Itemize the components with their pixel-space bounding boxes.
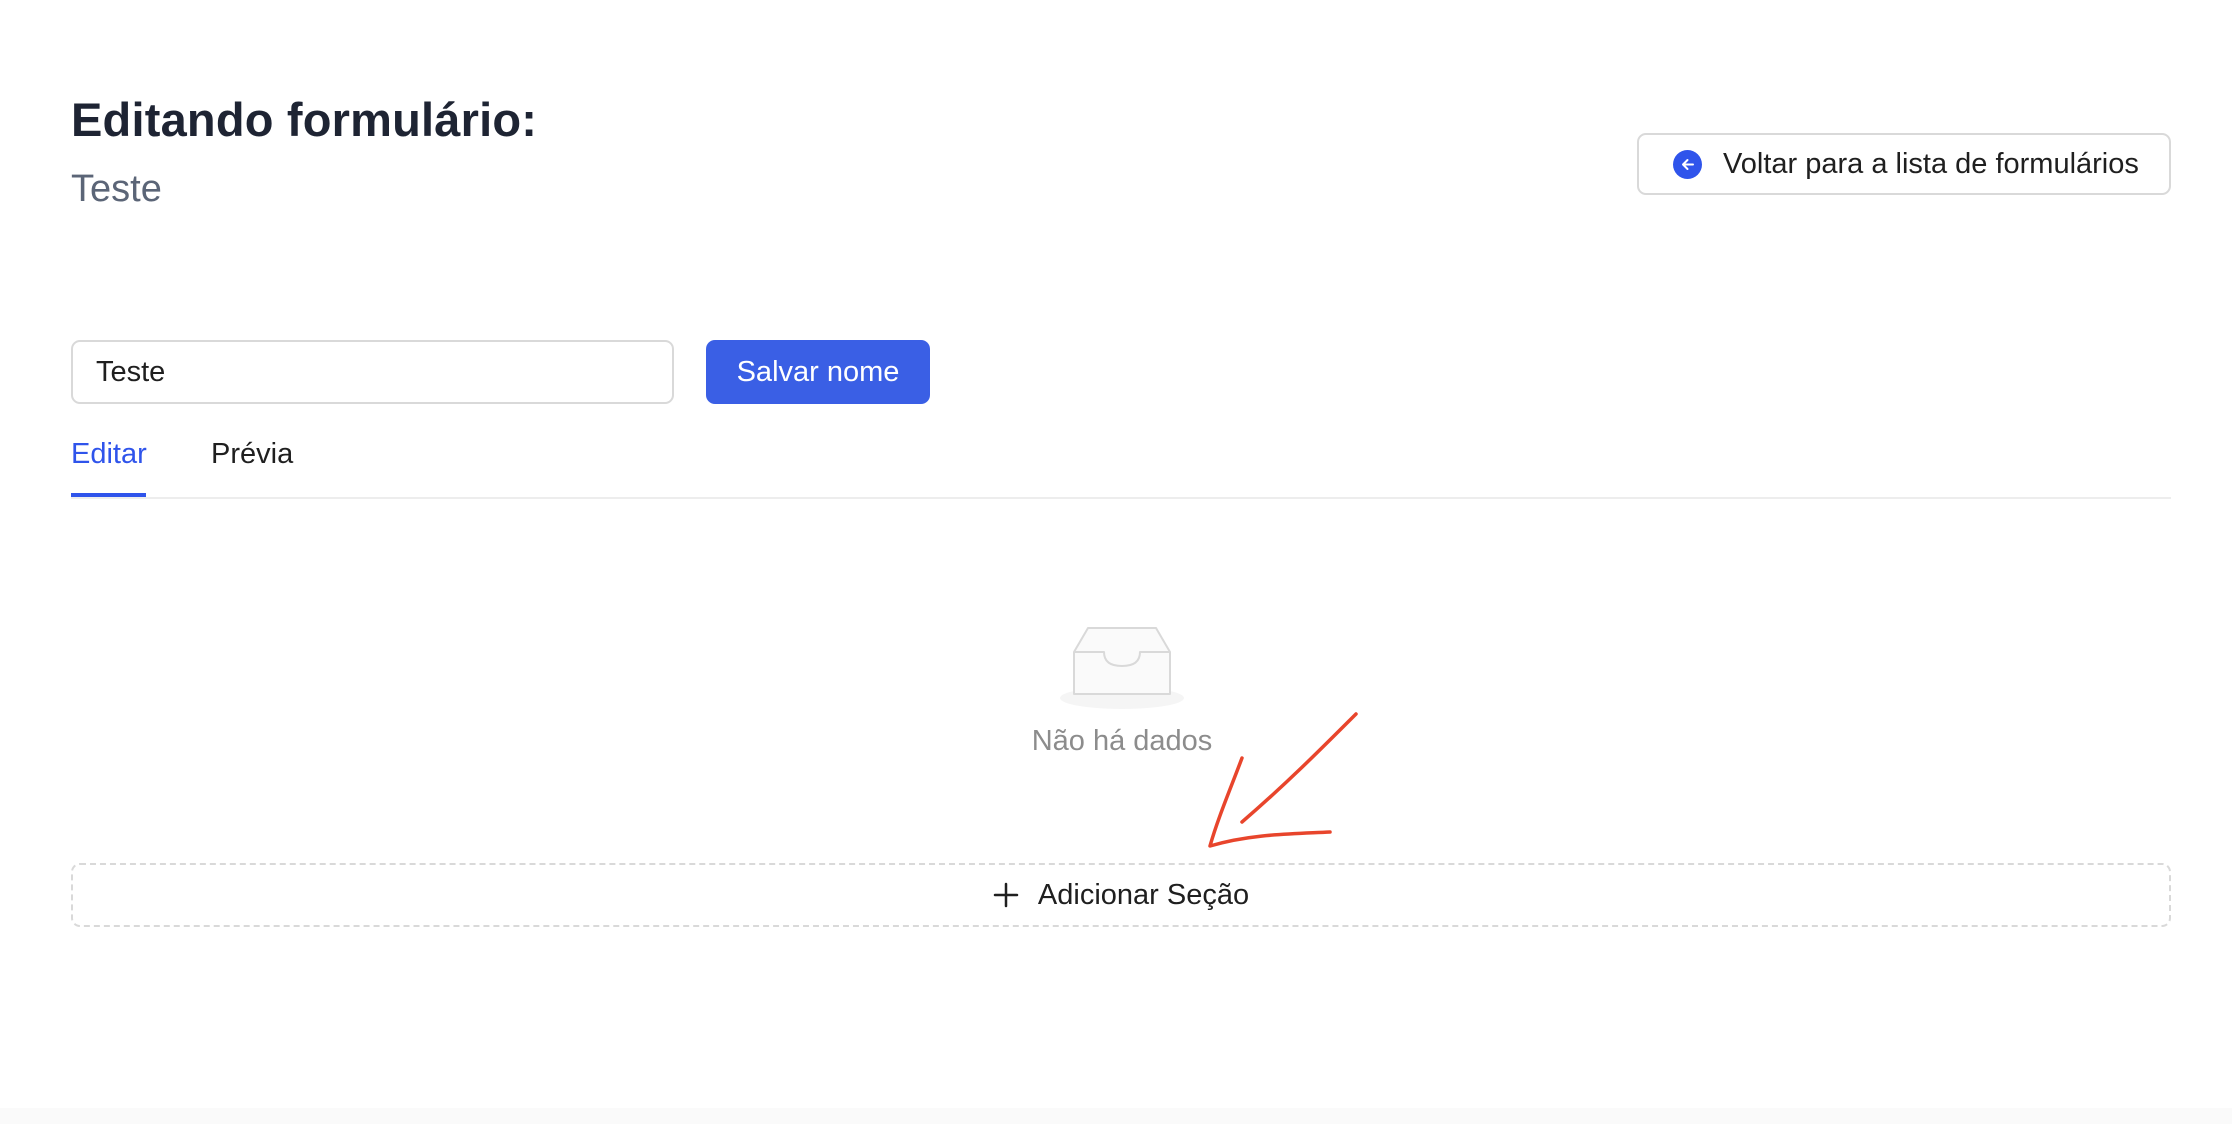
tabs-bar: Editar Prévia	[71, 420, 2171, 499]
form-name-input[interactable]	[71, 340, 674, 404]
empty-state-text: Não há dados	[1031, 725, 1213, 757]
form-name-subtitle: Teste	[71, 168, 162, 210]
back-to-forms-list-button[interactable]: Voltar para a lista de formulários	[1637, 133, 2171, 195]
page-bottom-band	[0, 1108, 2232, 1124]
save-name-button[interactable]: Salvar nome	[706, 340, 930, 404]
empty-inbox-icon	[1060, 627, 1184, 709]
add-section-label: Adicionar Seção	[1037, 878, 1250, 911]
active-tab-indicator	[71, 493, 146, 497]
add-section-button[interactable]: Adicionar Seção	[71, 863, 2171, 927]
form-editor-page: Editando formulário: Teste Voltar para a…	[0, 0, 2232, 1124]
tab-preview[interactable]: Prévia	[211, 436, 293, 472]
back-button-label: Voltar para a lista de formulários	[1723, 147, 2139, 180]
arrow-left-circle-icon	[1673, 149, 1702, 179]
page-title: Editando formulário:	[71, 93, 538, 146]
plus-icon	[993, 882, 1019, 908]
tab-edit[interactable]: Editar	[71, 436, 147, 472]
